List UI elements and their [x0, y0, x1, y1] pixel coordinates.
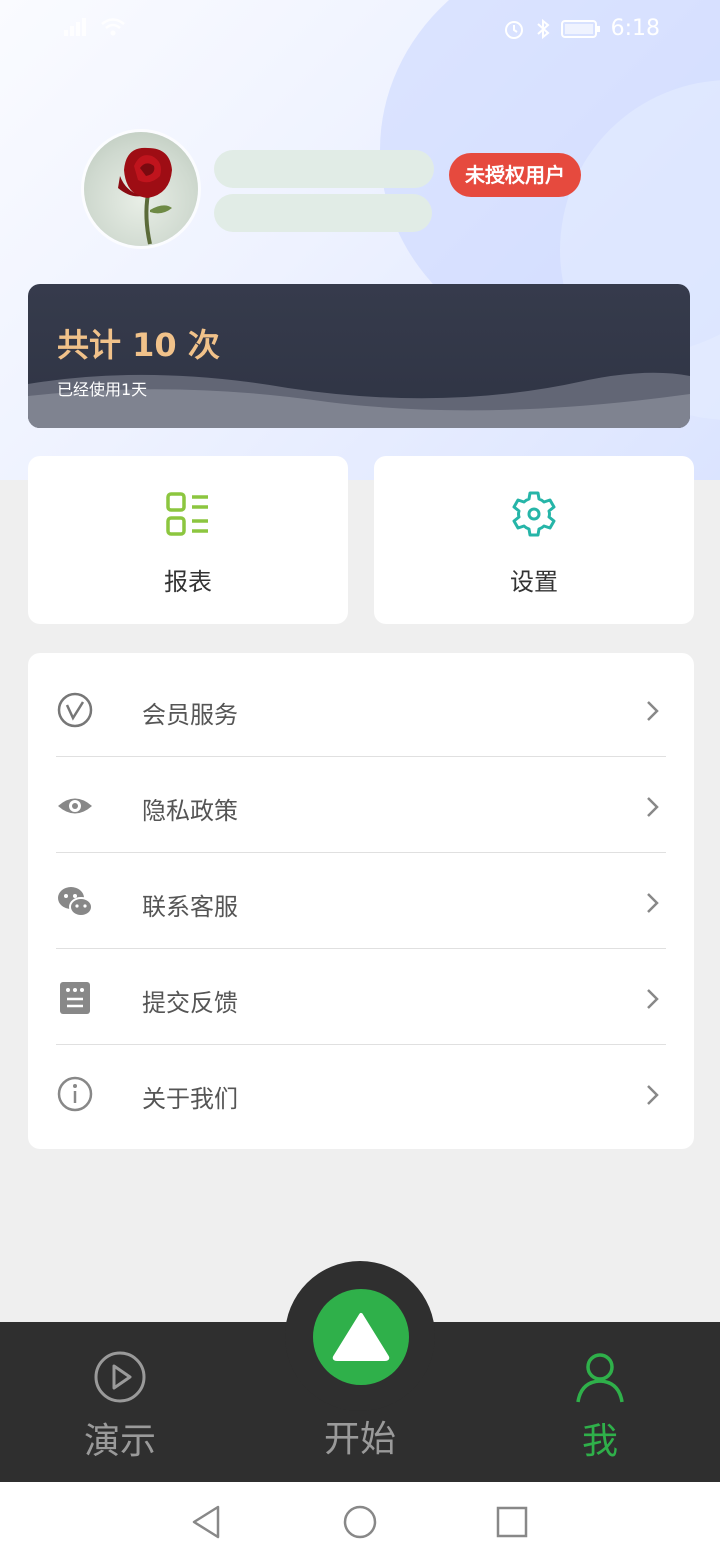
nav-me-label: 我 — [581, 1421, 618, 1462]
status-right: 6:18 — [503, 16, 660, 41]
nav-start-label: 开始 — [323, 1419, 396, 1460]
unauthorized-badge[interactable]: 未授权用户 — [449, 153, 581, 197]
avatar[interactable] — [84, 132, 198, 246]
menu-item-privacy[interactable]: 隐私政策 — [56, 757, 666, 853]
rose-avatar — [118, 147, 172, 245]
alarm-icon — [504, 20, 523, 39]
wifi-icon — [101, 18, 125, 36]
menu-item-feedback[interactable]: 提交反馈 — [56, 949, 666, 1045]
user-id-placeholder — [214, 194, 432, 232]
menu-item-vip[interactable]: 会员服务 — [56, 661, 666, 757]
status-time: 6:18 — [610, 16, 660, 41]
report-list-icon — [166, 492, 208, 536]
back-icon[interactable] — [188, 1504, 228, 1540]
bluetooth-icon — [536, 18, 550, 39]
nav-start[interactable]: 开始 — [300, 1410, 420, 1462]
status-left — [62, 16, 126, 38]
menu-label-feedback: 提交反馈 — [142, 989, 238, 1017]
play-circle-icon — [94, 1351, 146, 1403]
menu-item-about[interactable]: 关于我们 — [56, 1045, 666, 1141]
menu-list: 会员服务 隐私政策 联系客服 提交反馈 关于我们 — [28, 653, 694, 1149]
settings-label: 设置 — [510, 568, 558, 596]
username-placeholder — [214, 150, 434, 188]
settings-tile[interactable]: 设置 — [374, 456, 694, 624]
start-button[interactable] — [313, 1289, 409, 1385]
gear-icon — [512, 491, 556, 537]
report-tile[interactable]: 报表 — [28, 456, 348, 624]
chevron-right-icon — [647, 797, 659, 817]
system-nav-bar — [0, 1482, 720, 1560]
home-icon[interactable] — [340, 1504, 380, 1540]
info-icon — [57, 1076, 93, 1112]
chevron-right-icon — [647, 893, 659, 913]
chevron-right-icon — [647, 1085, 659, 1105]
menu-item-support[interactable]: 联系客服 — [56, 853, 666, 949]
chevron-right-icon — [647, 701, 659, 721]
report-label: 报表 — [164, 568, 212, 596]
feedback-icon — [60, 982, 90, 1014]
wechat-icon — [58, 887, 93, 917]
recents-icon[interactable] — [492, 1504, 532, 1540]
vip-icon — [57, 692, 93, 728]
chevron-right-icon — [647, 989, 659, 1009]
nav-demo-label: 演示 — [83, 1421, 156, 1462]
triangle-up-icon — [332, 1313, 390, 1361]
nav-demo[interactable]: 演示 — [60, 1350, 180, 1464]
menu-label-support: 联系客服 — [142, 893, 238, 921]
status-bar: 6:18 — [0, 0, 720, 56]
usage-total: 共计 10 次 — [57, 326, 220, 364]
menu-label-vip: 会员服务 — [142, 701, 238, 729]
menu-label-about: 关于我们 — [142, 1085, 238, 1113]
eye-icon — [58, 798, 92, 814]
usage-stats-card: 共计 10 次 已经使用1天 — [28, 284, 690, 428]
battery-icon — [560, 19, 600, 38]
menu-label-privacy: 隐私政策 — [142, 797, 238, 825]
user-icon — [576, 1353, 624, 1403]
signal-icon — [64, 18, 86, 36]
nav-me[interactable]: 我 — [540, 1350, 660, 1464]
usage-days: 已经使用1天 — [57, 380, 148, 399]
